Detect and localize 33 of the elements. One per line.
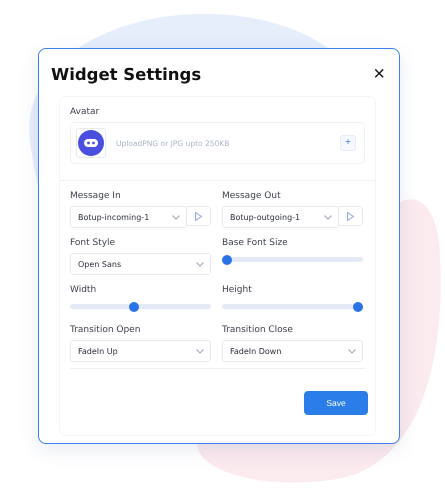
field-label: Height: [222, 285, 253, 295]
play-icon: [347, 212, 354, 220]
slider-thumb[interactable]: [222, 254, 232, 264]
field-label: Avatar: [70, 107, 100, 117]
slider-thumb[interactable]: [353, 302, 363, 312]
chevron-down-icon: [348, 348, 356, 354]
dropdown[interactable]: FadeIn Up: [70, 340, 211, 362]
play-button[interactable]: [187, 206, 211, 226]
slider-thumb[interactable]: [128, 302, 139, 312]
dropdown[interactable]: Botup-incoming-1: [70, 206, 187, 228]
chevron-down-icon: [172, 214, 180, 220]
play-button[interactable]: [339, 206, 363, 226]
slider[interactable]: [70, 304, 211, 309]
field-label: Message Out: [222, 191, 282, 201]
play-icon: [195, 212, 202, 220]
field-label: Transition Open: [70, 325, 142, 335]
dropdown[interactable]: Open Sans: [70, 253, 211, 275]
field-label: Width: [70, 285, 98, 295]
close-button[interactable]: ×: [373, 64, 385, 84]
chevron-down-icon: [196, 262, 204, 266]
field-label: Message In: [70, 191, 122, 201]
chevron-down-icon: [196, 348, 204, 354]
slider[interactable]: [222, 304, 363, 309]
dropdown[interactable]: FadeIn Down: [222, 340, 363, 362]
field-label: Transition Close: [222, 325, 294, 335]
dialog-title: Widget Settings: [51, 64, 202, 84]
field-label: Font Style: [70, 238, 116, 248]
save-button[interactable]: Save: [304, 391, 368, 415]
add-button[interactable]: +: [340, 135, 356, 151]
chevron-down-icon: [324, 214, 332, 220]
slider[interactable]: [222, 257, 363, 262]
dropdown[interactable]: Botup-outgoing-1: [222, 206, 339, 228]
field-label: Base Font Size: [222, 238, 289, 248]
